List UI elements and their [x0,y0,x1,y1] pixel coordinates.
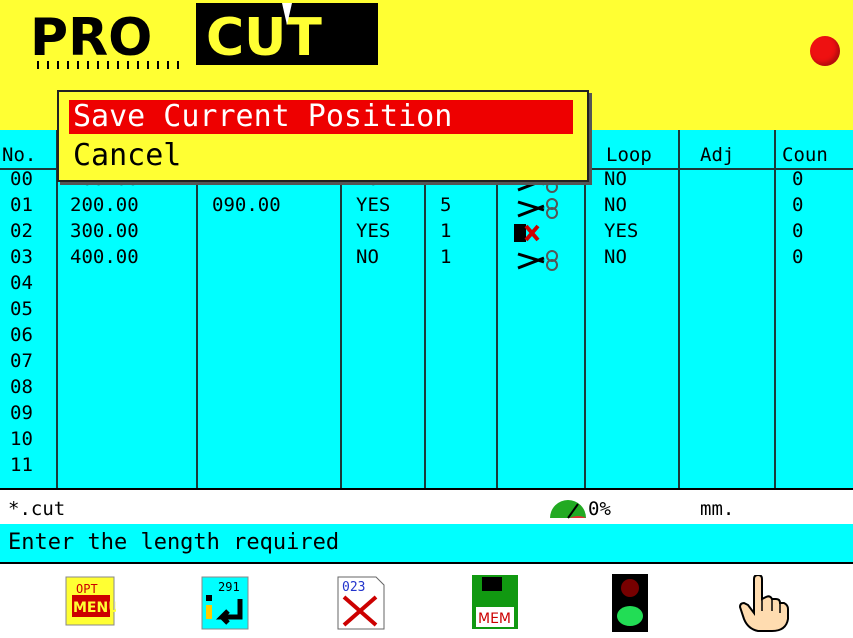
row-number: 05 [10,298,33,320]
row-number: 08 [10,376,33,398]
option-menu-button[interactable]: OPT MENU [64,575,120,627]
row-number: 11 [10,454,33,476]
speed-percent: 0% [588,498,611,520]
context-menu: Save Current Position Cancel [57,90,589,182]
row-number: 03 [10,246,33,268]
cell-angle[interactable]: 090.00 [212,194,281,216]
cell-count: 0 [792,220,804,242]
cell-count: 0 [792,168,804,190]
start-stop-button[interactable] [608,572,652,634]
menu-item-cancel[interactable]: Cancel [69,139,573,173]
svg-text:OPT: OPT [76,582,98,596]
row-number: 07 [10,350,33,372]
hand-pointer-icon [738,573,789,632]
file-status-bar: *.cut 0% mm. [0,488,853,526]
cell-loop[interactable]: NO [604,246,627,268]
speed-gauge-icon [550,500,586,519]
row-number: 10 [10,428,33,450]
cell-loop[interactable]: YES [604,220,638,242]
row-number: 06 [10,324,33,346]
row-number: 01 [10,194,33,216]
filename-label: *.cut [8,498,66,520]
cell-length[interactable]: 400.00 [70,246,139,268]
traffic-light-icon [612,574,648,632]
column-header-no: No. [2,144,37,166]
cell-qty[interactable]: 1 [440,246,451,268]
message-bar: Enter the length required [0,524,853,564]
menu-icon: OPT MENU [65,576,120,626]
row-number: 09 [10,402,33,424]
cell-flag[interactable]: YES [356,194,390,216]
row-number: 00 [10,168,33,190]
delete-numbers-button[interactable]: 023 [336,575,386,633]
bottom-toolbar [0,564,853,635]
keypad-enter-icon: 291 [201,576,249,630]
cell-qty[interactable]: 5 [440,194,451,216]
memory-save-button[interactable]: MEM [470,573,520,631]
cell-length[interactable]: 200.00 [70,194,139,216]
enter-number-button[interactable]: 291 [200,575,250,633]
svg-text:MEM: MEM [478,611,511,627]
cell-loop[interactable]: NO [604,168,627,190]
menu-item-save-current-position[interactable]: Save Current Position [69,100,573,134]
cell-length[interactable]: 300.00 [70,220,139,242]
logo-pro-text: PRO [30,8,152,68]
procut-logo: PRO CUT [28,3,378,73]
hand-stop-icon [514,224,540,242]
row-number: 02 [10,220,33,242]
scissors-icon [517,198,558,219]
scissors-icon [517,250,558,271]
column-header-loop: Loop [606,144,652,166]
logo-cut-text: CUT [206,8,322,68]
svg-text:291: 291 [218,580,240,594]
delete-icon: 023 [337,576,385,630]
cell-flag[interactable]: YES [356,220,390,242]
cell-flag[interactable]: NO [356,246,379,268]
status-indicator-icon [810,36,840,66]
svg-text:023: 023 [342,580,365,595]
cell-count: 0 [792,246,804,268]
svg-text:MENU: MENU [73,600,116,616]
cut-list-table: No. Loop Adj Coun 00 01 02 03 04 05 06 0… [0,130,853,488]
column-header-count: Coun [782,144,828,166]
manual-mode-button[interactable] [736,573,789,633]
cell-count: 0 [792,194,804,216]
floppy-disk-icon: MEM [472,575,518,629]
row-number: 04 [10,272,33,294]
cell-qty[interactable]: 1 [440,220,451,242]
unit-label: mm. [700,498,735,520]
prompt-message: Enter the length required [8,530,340,555]
cell-loop[interactable]: NO [604,194,627,216]
column-header-adj: Adj [700,144,735,166]
